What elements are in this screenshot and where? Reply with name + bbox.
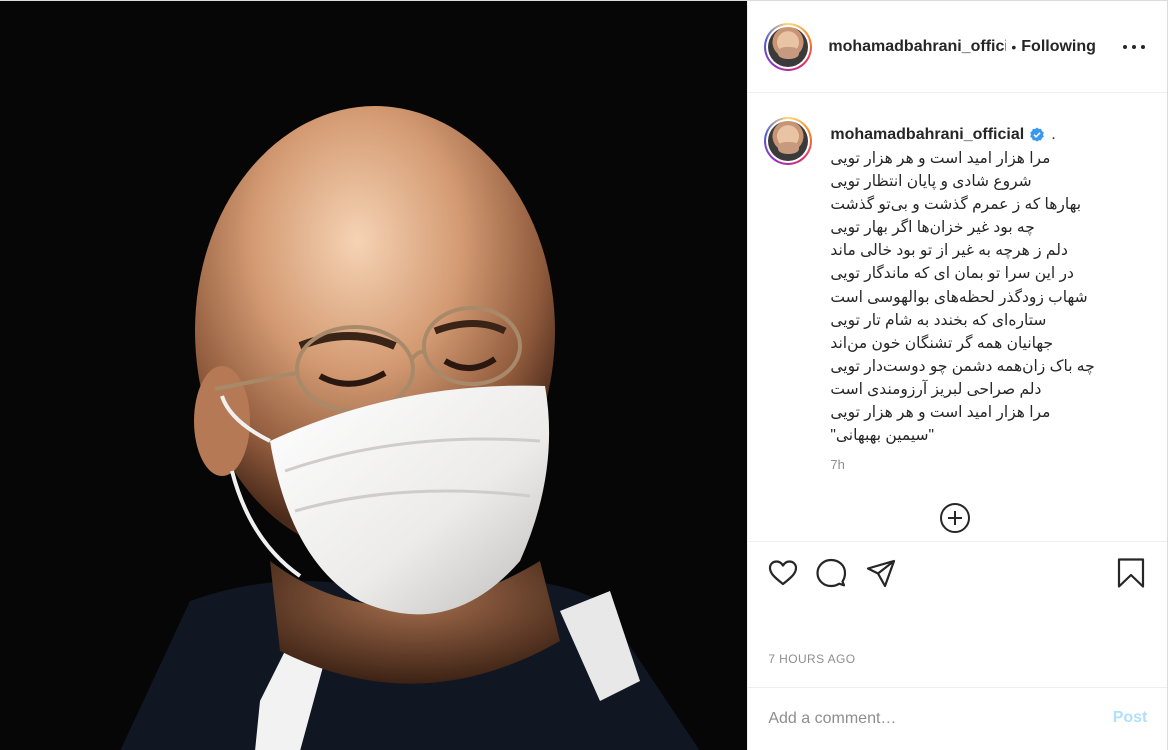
verified-badge-icon [1030,127,1044,142]
load-more-comments-icon[interactable] [940,503,971,533]
post-photo[interactable] [0,1,748,750]
caption-text: مرا هزار امید است و هر هزار تویی شروع شا… [830,147,1150,447]
caption-line: چه باک زان‌همه دشمن چو دوست‌دار تویی [830,357,1095,375]
avatar[interactable] [764,22,813,71]
comment-bar: Post [748,687,1168,750]
separator-dot: • [1011,38,1017,55]
caption-line: جهانیان همه گر تشنگان خون من‌اند [830,334,1054,352]
header-username[interactable]: mohamadbahrani_official [828,38,1006,56]
caption-line: مرا هزار امید است و هر هزار تویی [830,404,1051,422]
post-sidebar: mohamadbahrani_official • Following moha… [747,1,1168,750]
post-timestamp[interactable]: 7 HOURS AGO [768,652,855,666]
caption-line: "سیمین بهبهانی" [830,427,935,445]
post-dialog: mohamadbahrani_official • Following moha… [0,0,1168,750]
caption-time[interactable]: 7h [830,457,1150,472]
caption-line: مرا هزار امید است و هر هزار تویی [830,150,1051,167]
caption-trailing: . [1051,126,1056,143]
caption-username[interactable]: mohamadbahrani_official [830,126,1024,144]
profile-photo [768,26,809,67]
comment-input[interactable] [768,706,1089,732]
caption-line: چه بود غیر خزان‌ها اگر بهار تویی [830,219,1035,237]
post-comment-button[interactable]: Post [1113,709,1148,727]
save-bookmark-icon[interactable] [1114,556,1148,590]
caption-line: دلم صراحی لبریز آرزومندی است [830,380,1042,398]
post-header: mohamadbahrani_official • Following [748,1,1168,93]
share-paper-plane-icon[interactable] [864,556,898,590]
like-heart-icon[interactable] [766,556,800,590]
caption-line: بهارها که ز عمرم گذشت و بی‌تو گذشت [830,196,1082,214]
caption-body: mohamadbahrani_official . مرا هزار امید … [830,125,1150,472]
caption-line: دلم ز هرچه به غیر از تو بود خالی ماند [830,242,1068,260]
profile-photo [768,121,809,161]
man-in-mask-photo [0,1,748,750]
caption-line: ستاره‌ای که بخندد به شام تار تویی [830,311,1047,329]
following-button[interactable]: Following [1021,38,1096,56]
caption-line: شروع شادی و پایان انتظار تویی [830,173,1032,191]
caption-line: در این سرا تو بمان ای که ماندگار تویی [830,265,1074,283]
action-bar [748,541,1168,603]
caption-avatar[interactable] [764,117,813,165]
caption-line: شهاب زودگذر لحظه‌های بوالهوسی است [830,288,1088,306]
comment-icon[interactable] [814,556,848,590]
more-options-icon[interactable] [1123,37,1146,57]
